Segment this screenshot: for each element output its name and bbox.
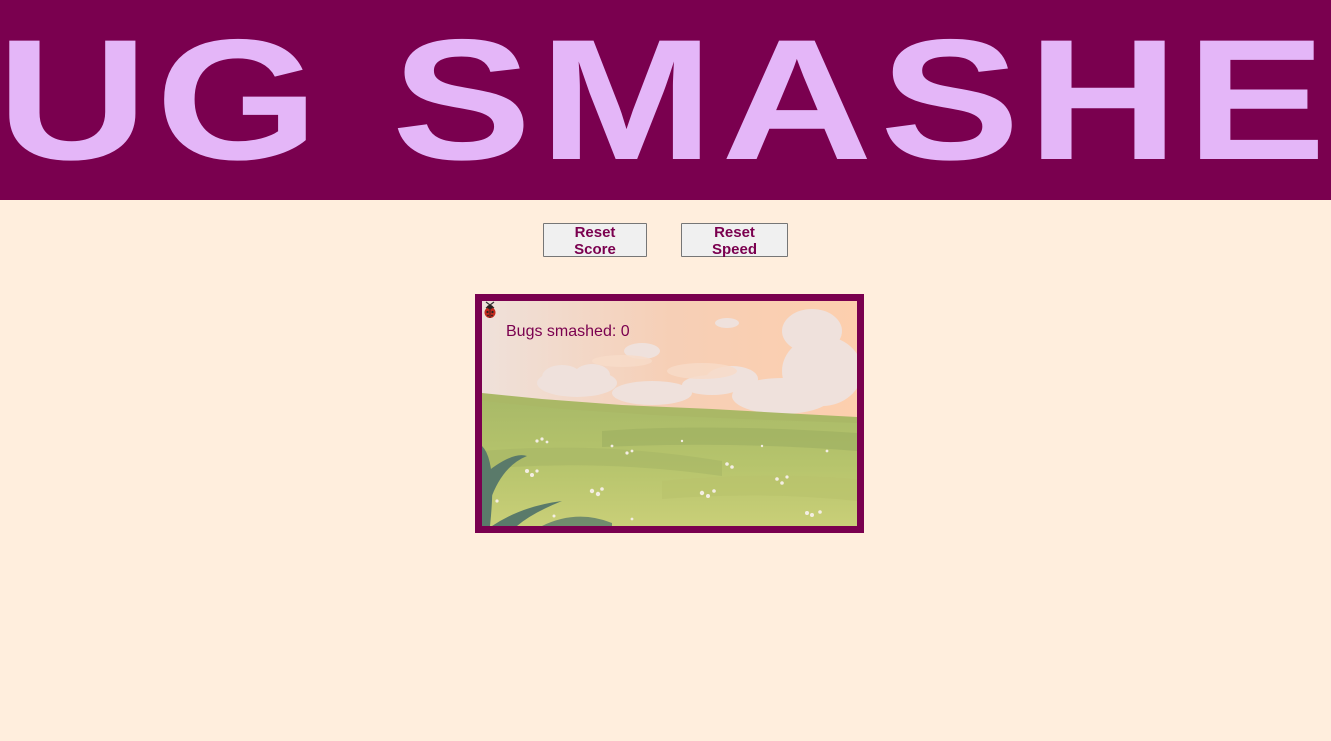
reset-speed-button[interactable]: Reset Speed <box>681 223 788 258</box>
ladybug-icon[interactable] <box>482 301 498 319</box>
score-display: Bugs smashed: 0 <box>506 323 630 341</box>
reset-score-button[interactable]: Reset Score <box>543 223 647 258</box>
game-frame: Bugs smashed: 0 <box>475 294 864 533</box>
game-canvas[interactable]: Bugs smashed: 0 <box>482 301 857 526</box>
page-title: BUG SMASHER <box>0 4 1331 196</box>
controls-bar: Reset Score Reset Speed <box>0 223 1331 258</box>
header-banner: BUG SMASHER <box>0 0 1331 200</box>
score-value: 0 <box>620 323 630 340</box>
score-label: Bugs smashed: <box>506 323 617 340</box>
